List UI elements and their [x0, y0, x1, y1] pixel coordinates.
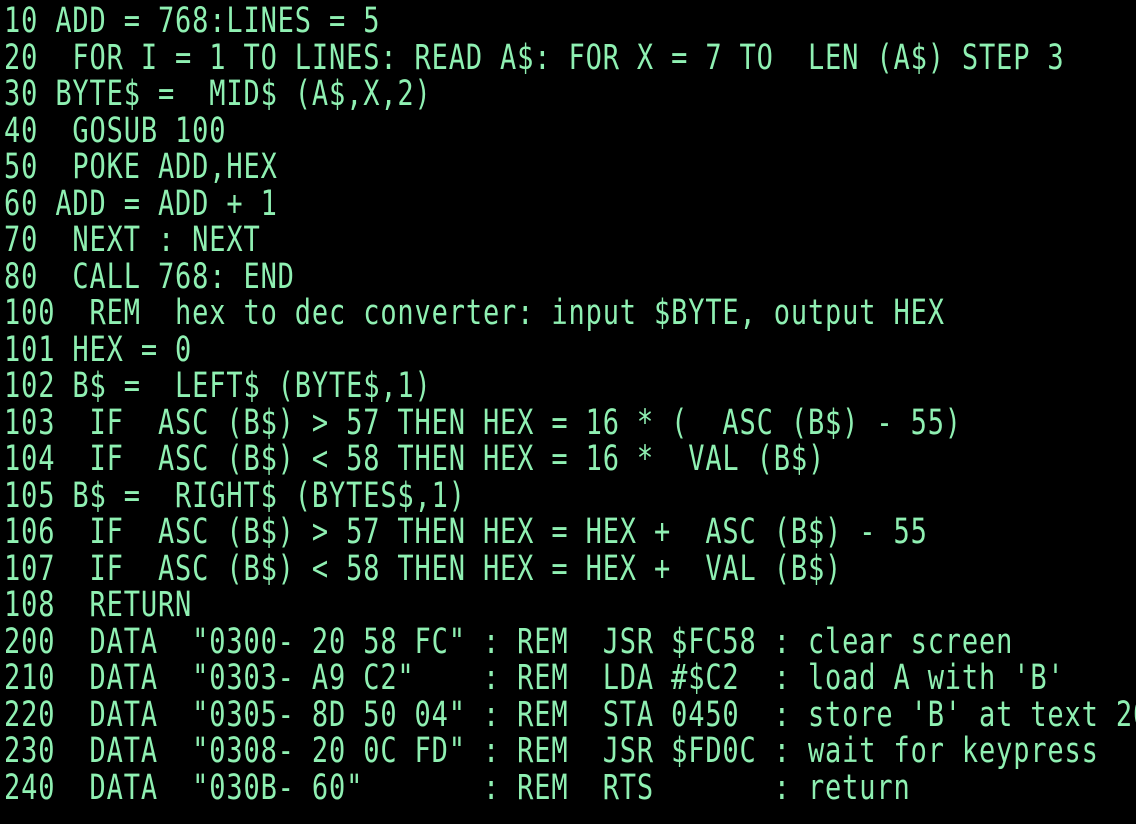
terminal-screen[interactable]: 10 ADD = 768:LINES = 5 20 FOR I = 1 TO L…: [0, 0, 1136, 824]
code-line-240: 240 DATA "030B- 60" : REM RTS : return: [4, 767, 911, 808]
basic-program-listing: 10 ADD = 768:LINES = 5 20 FOR I = 1 TO L…: [4, 1, 1136, 807]
